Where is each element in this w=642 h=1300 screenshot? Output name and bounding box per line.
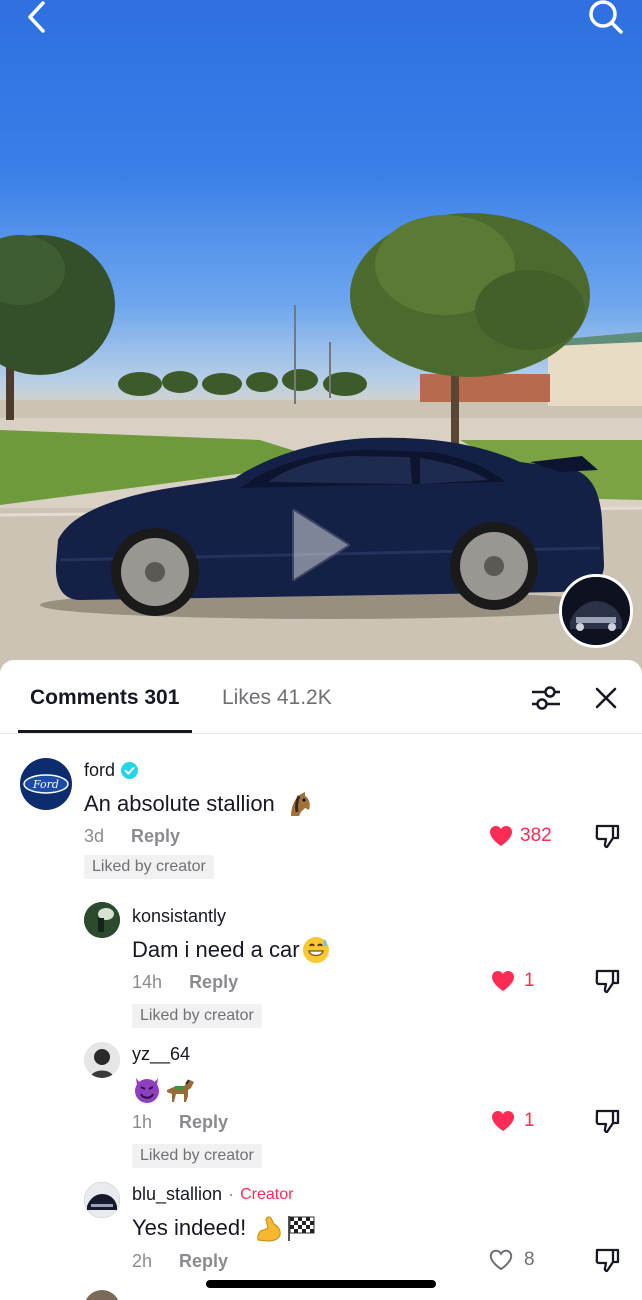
sound-disc-button[interactable] (559, 574, 633, 648)
reply-button[interactable]: Reply (131, 826, 180, 846)
grinning-sweat-emoji-icon (302, 937, 329, 963)
thumbs-down-icon[interactable] (593, 1246, 621, 1274)
comment-username[interactable]: blu_stallion · Creator (132, 1184, 293, 1205)
thumbs-down-icon[interactable] (593, 1107, 621, 1135)
username-text: ford (84, 760, 116, 780)
sliders-icon[interactable] (530, 684, 562, 712)
svg-text:Ford: Ford (32, 778, 59, 791)
like-button[interactable]: 1 (490, 1109, 535, 1133)
like-button[interactable]: 382 (488, 824, 552, 848)
avatar-image (84, 902, 120, 938)
sound-disc-thumbnail (562, 577, 630, 645)
username-text: blu_stallion (132, 1184, 223, 1204)
search-button[interactable] (584, 0, 628, 34)
horse-emoji-icon (167, 1079, 194, 1102)
ford-logo-icon: Ford (23, 774, 69, 794)
avatar[interactable] (84, 1042, 120, 1078)
thumbs-down-icon[interactable] (593, 822, 621, 850)
comment-meta: 14h Reply (132, 972, 238, 993)
reply-button[interactable]: Reply (179, 1112, 228, 1132)
checkered-flag-emoji-icon (288, 1216, 315, 1241)
reply-button[interactable]: Reply (179, 1251, 228, 1271)
heart-icon (492, 971, 514, 991)
comment-meta: 3d Reply (84, 826, 180, 847)
comment-text: Yes indeed! (132, 1214, 316, 1242)
username-text: konsistantly (132, 906, 227, 926)
comment-text-content: Yes indeed! (132, 1215, 247, 1240)
search-icon (589, 0, 623, 34)
avatar[interactable] (84, 902, 120, 938)
creator-tag: Creator (240, 1185, 294, 1203)
comment-item: blu_stallion · Creator Yes indeed! 2h Re… (0, 1176, 642, 1280)
heart-outline-icon (489, 1249, 513, 1271)
chevron-left-icon (28, 1, 45, 33)
username-text: yz__64 (132, 1044, 191, 1064)
avatar[interactable] (84, 1182, 120, 1218)
thumbs-down-icon[interactable] (593, 967, 621, 995)
comment-username[interactable]: konsistantly (132, 906, 226, 927)
comment-username[interactable]: yz__64 (132, 1044, 190, 1065)
smiling-devil-emoji-icon (135, 1078, 159, 1103)
like-count: 1 (524, 970, 535, 991)
heart-icon (490, 826, 512, 846)
liked-by-creator-badge: Liked by creator (132, 1144, 262, 1168)
horse-face-emoji-icon (290, 792, 310, 816)
heart-icon (492, 1111, 514, 1131)
reply-button[interactable]: Reply (189, 972, 238, 992)
comment-text: An absolute stallion (84, 790, 313, 818)
comment-username[interactable]: ford (84, 760, 139, 781)
comment-time: 2h (132, 1251, 153, 1271)
comment-text: Dam i need a car (132, 936, 330, 964)
flexed-biceps-emoji-icon (257, 1216, 281, 1242)
verified-badge-icon (121, 762, 139, 779)
tab-likes[interactable]: Likes 41.2K (222, 686, 332, 710)
like-button[interactable]: 1 (490, 969, 535, 993)
avatar-image (84, 1182, 120, 1218)
comment-time: 3d (84, 826, 105, 846)
video-player[interactable] (0, 0, 642, 680)
play-icon[interactable] (290, 505, 354, 585)
back-button[interactable] (14, 0, 58, 34)
like-count: 1 (524, 1110, 535, 1131)
comment-meta: 1h Reply (132, 1112, 228, 1133)
active-tab-indicator (18, 730, 192, 733)
like-count: 382 (520, 825, 552, 846)
comment-text-content: An absolute stallion (84, 791, 275, 816)
avatar[interactable]: Ford (20, 758, 72, 810)
liked-by-creator-badge: Liked by creator (132, 1004, 262, 1028)
separator-dot: · (228, 1184, 235, 1204)
tab-comments[interactable]: Comments 301 (30, 686, 179, 710)
comments-tab-bar: Comments 301 Likes 41.2K (0, 660, 642, 734)
comment-text-content: Dam i need a car (132, 937, 300, 962)
comment-item: yz__64 1h Reply Liked by creator 1 (0, 1036, 642, 1170)
like-count: 8 (524, 1249, 535, 1270)
like-button[interactable]: 8 (488, 1248, 535, 1272)
avatar-image (84, 1042, 120, 1078)
liked-by-creator-badge: Liked by creator (84, 855, 214, 879)
comment-time: 14h (132, 972, 163, 992)
comment-text (132, 1074, 196, 1104)
comment-item: Ford ford An absolute stallion 3d Reply … (0, 750, 642, 890)
close-icon[interactable] (592, 684, 620, 712)
comment-meta: 2h Reply (132, 1251, 228, 1272)
home-indicator (206, 1280, 436, 1288)
comment-time: 1h (132, 1112, 153, 1132)
comment-item: konsistantly Dam i need a car 14h Reply … (0, 896, 642, 1032)
